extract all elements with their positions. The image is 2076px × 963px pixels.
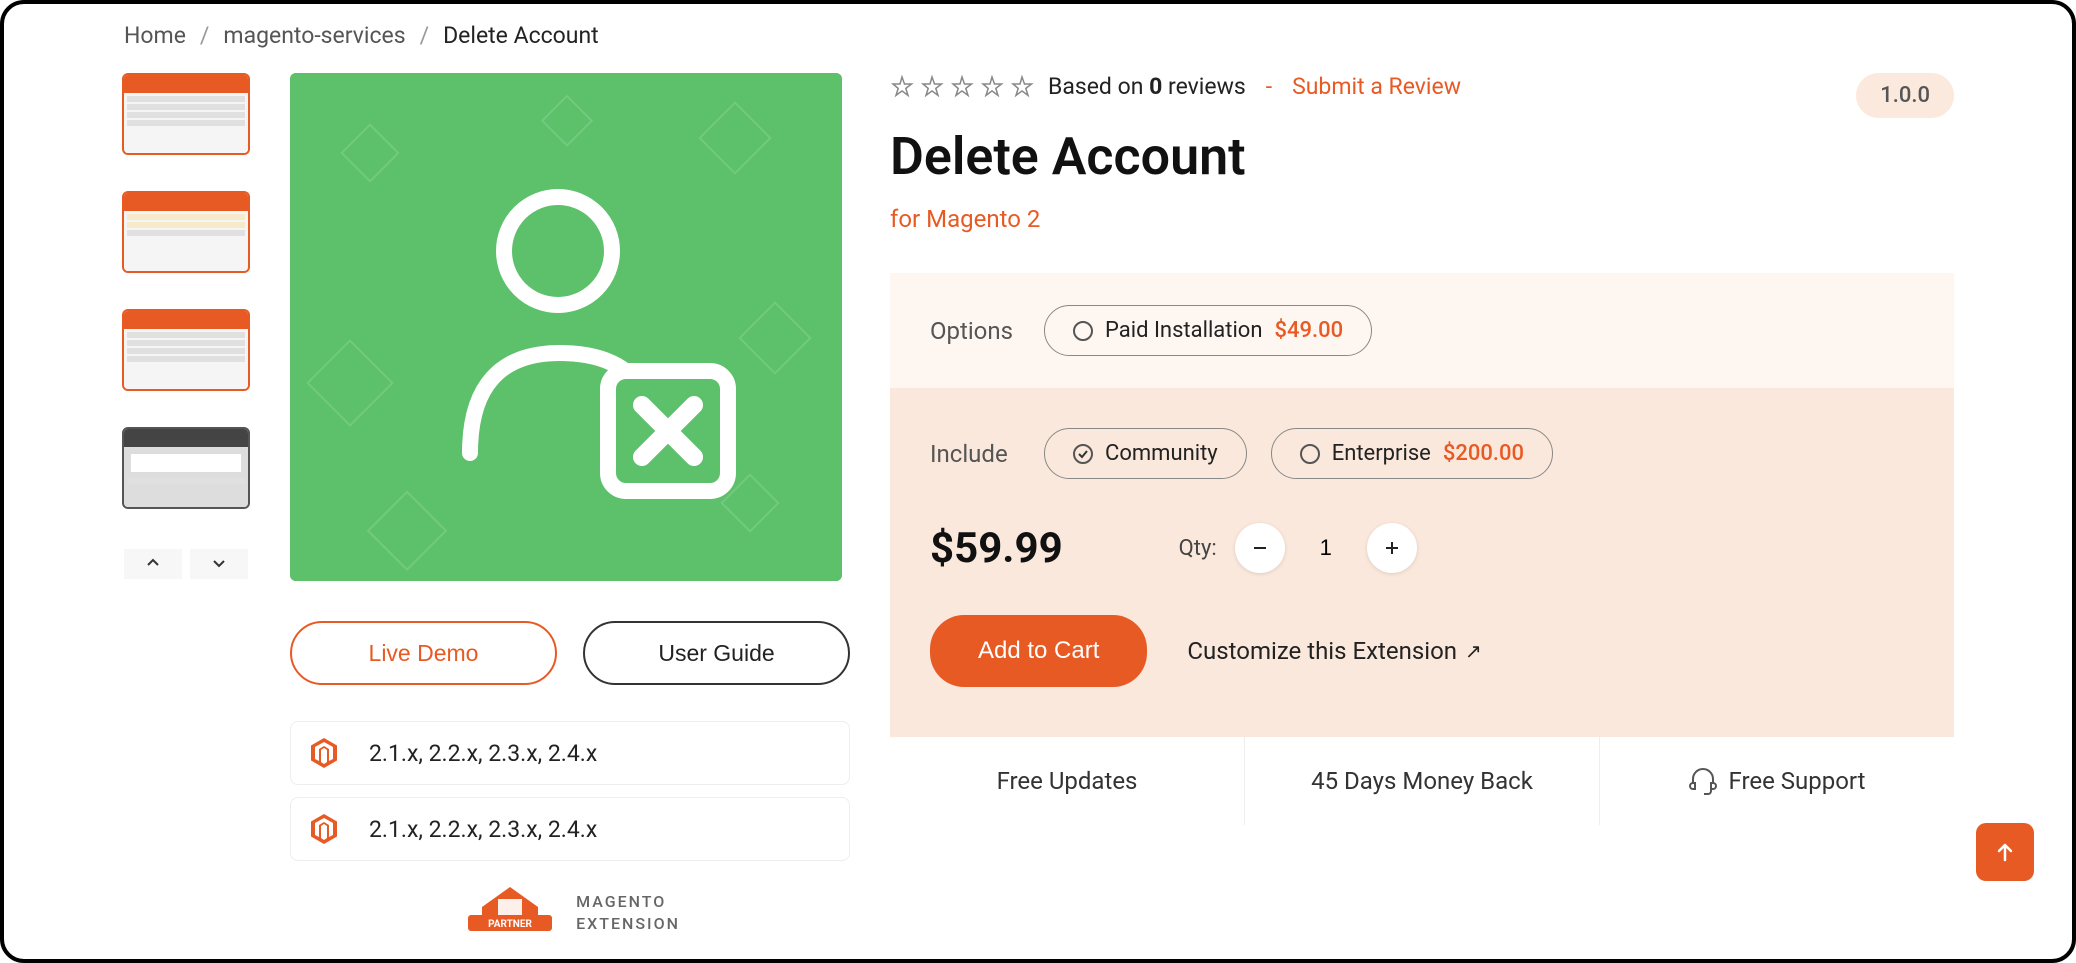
radio-icon	[1073, 321, 1093, 341]
qty-decrement-button[interactable]	[1235, 523, 1285, 573]
thumbnail-strip	[122, 73, 250, 941]
chevron-down-icon	[212, 556, 226, 570]
benefit-money-back: 45 Days Money Back	[1245, 737, 1600, 825]
user-guide-button[interactable]: User Guide	[583, 621, 850, 685]
include-enterprise[interactable]: Enterprise $200.00	[1271, 428, 1553, 479]
compat-versions: 2.1.x, 2.2.x, 2.3.x, 2.4.x	[369, 816, 597, 843]
benefit-free-updates: Free Updates	[890, 737, 1245, 825]
compat-versions: 2.1.x, 2.2.x, 2.3.x, 2.4.x	[369, 740, 597, 767]
star-icon	[920, 75, 944, 99]
minus-icon	[1251, 539, 1269, 557]
radio-checked-icon	[1073, 444, 1093, 464]
breadcrumb-sep: /	[200, 22, 210, 49]
qty-input[interactable]	[1303, 535, 1349, 561]
product-subtitle: for Magento 2	[890, 205, 1954, 233]
compat-row-2: 2.1.x, 2.2.x, 2.3.x, 2.4.x	[290, 797, 850, 861]
product-price: $59.99	[930, 524, 1063, 573]
star-icon	[890, 75, 914, 99]
breadcrumb-home[interactable]: Home	[124, 22, 186, 49]
star-icon	[980, 75, 1004, 99]
scroll-to-top-button[interactable]	[1976, 823, 2034, 881]
star-icon	[1010, 75, 1034, 99]
option-label: Paid Installation	[1105, 318, 1263, 343]
magento-icon	[309, 814, 339, 844]
svg-text:PARTNER: PARTNER	[488, 919, 532, 930]
qty-increment-button[interactable]	[1367, 523, 1417, 573]
include-enterprise-price: $200.00	[1443, 441, 1524, 466]
live-demo-button[interactable]: Live Demo	[290, 621, 557, 685]
radio-icon	[1300, 444, 1320, 464]
partner-badge: PARTNER MAGENTO EXTENSION	[290, 885, 850, 941]
breadcrumb-sep: /	[420, 22, 430, 49]
partner-line1: MAGENTO	[576, 891, 680, 913]
include-community[interactable]: Community	[1044, 428, 1247, 479]
partner-line2: EXTENSION	[576, 913, 680, 935]
add-to-cart-button[interactable]: Add to Cart	[930, 615, 1147, 687]
breadcrumb: Home / magento-services / Delete Account	[4, 16, 2072, 73]
compat-row-1: 2.1.x, 2.2.x, 2.3.x, 2.4.x	[290, 721, 850, 785]
breadcrumb-category[interactable]: magento-services	[223, 22, 405, 49]
breadcrumb-current: Delete Account	[443, 22, 599, 49]
include-enterprise-label: Enterprise	[1332, 441, 1431, 466]
review-sep: -	[1266, 73, 1272, 100]
option-price: $49.00	[1275, 318, 1344, 343]
option-paid-installation[interactable]: Paid Installation $49.00	[1044, 305, 1372, 356]
thumb-prev-button[interactable]	[124, 549, 182, 579]
customize-extension-link[interactable]: Customize this Extension ↗	[1187, 637, 1481, 665]
headset-icon	[1689, 767, 1717, 795]
main-product-image	[290, 73, 842, 581]
product-title: Delete Account	[890, 126, 1954, 187]
review-count-text: Based on 0 reviews	[1048, 73, 1246, 100]
arrow-up-icon	[1994, 841, 2016, 863]
benefit-free-support: Free Support	[1600, 737, 1954, 825]
include-label: Include	[930, 440, 1020, 468]
options-label: Options	[930, 317, 1020, 345]
star-icon	[950, 75, 974, 99]
rating-stars[interactable]	[890, 75, 1034, 99]
arrow-ne-icon: ↗	[1465, 639, 1482, 663]
thumbnail-4[interactable]	[122, 427, 250, 509]
plus-icon	[1383, 539, 1401, 557]
magento-icon	[309, 738, 339, 768]
include-community-label: Community	[1105, 441, 1218, 466]
thumbnail-2[interactable]	[122, 191, 250, 273]
chevron-up-icon	[146, 556, 160, 570]
thumb-next-button[interactable]	[190, 549, 248, 579]
customize-label: Customize this Extension	[1187, 637, 1457, 665]
submit-review-link[interactable]: Submit a Review	[1292, 73, 1461, 100]
thumbnail-1[interactable]	[122, 73, 250, 155]
version-badge: 1.0.0	[1856, 73, 1954, 118]
thumbnail-3[interactable]	[122, 309, 250, 391]
qty-label: Qty:	[1179, 536, 1217, 561]
